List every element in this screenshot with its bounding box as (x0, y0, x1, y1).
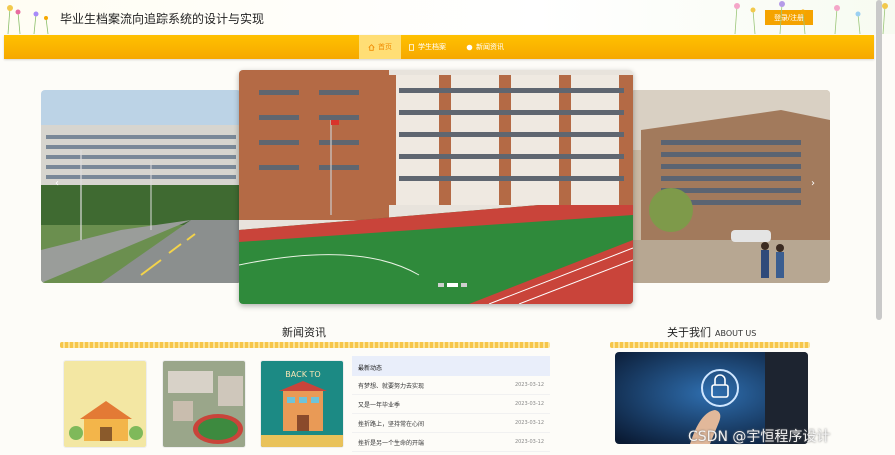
about-subtitle-text: ABOUT US (715, 329, 757, 338)
circle-icon (466, 44, 473, 50)
about-section-divider (610, 342, 810, 348)
carousel-dot[interactable] (438, 283, 444, 287)
carousel-slide-prev[interactable]: ‹ (41, 90, 241, 283)
svg-text:BACK TO: BACK TO (285, 370, 320, 379)
page: 毕业生档案流向追踪系统的设计与实现 登录/注册 首页 学生档案 新闻资讯 ‹ ›… (0, 0, 895, 455)
campus-sports-field-image (239, 70, 633, 304)
news-list-item[interactable]: 有梦想、就要努力去实现 2023-03-12 (352, 376, 550, 395)
news-list-item[interactable]: 挫折路上，坚持常在心间 2023-03-12 (352, 414, 550, 433)
nav-item-home[interactable]: 首页 (359, 35, 401, 59)
news-card[interactable] (162, 360, 246, 448)
carousel-slide-active[interactable] (239, 70, 633, 304)
csdn-watermark: CSDN @宇恒程序设计 (688, 429, 831, 445)
nav-item-news[interactable]: 新闻资讯 (466, 35, 504, 59)
news-list-item[interactable]: 挫折是另一个生命的开端 2023-03-12 (352, 433, 550, 452)
page-scrollbar[interactable] (876, 0, 882, 320)
banner-carousel[interactable]: ‹ › (0, 64, 880, 309)
news-item-title: 又是一年毕业季 (358, 401, 401, 409)
campus-building-image (631, 90, 830, 283)
carousel-indicators (438, 283, 467, 287)
site-title: 毕业生档案流向追踪系统的设计与实现 (60, 12, 265, 26)
news-list-item[interactable]: 又是一年毕业季 2023-03-12 (352, 395, 550, 414)
news-section-divider (60, 342, 550, 348)
file-icon (409, 43, 414, 51)
flowers-decoration-right (734, 1, 888, 34)
main-navbar: 首页 学生档案 新闻资讯 (4, 35, 874, 59)
nav-item-label: 首页 (378, 43, 392, 51)
campus-road-image (41, 90, 241, 283)
nav-item-label: 新闻资讯 (476, 43, 504, 51)
carousel-next-arrow[interactable]: › (811, 178, 815, 189)
news-item-title: 挫折路上，坚持常在心间 (358, 420, 425, 428)
header: 毕业生档案流向追踪系统的设计与实现 登录/注册 (0, 0, 895, 34)
news-item-date: 2023-03-12 (514, 382, 544, 388)
news-card[interactable]: BACK TO (260, 360, 344, 448)
school-illustration-image (64, 361, 146, 447)
news-card[interactable] (63, 360, 147, 448)
nav-item-student-archive[interactable]: 学生档案 (408, 35, 446, 59)
carousel-prev-arrow[interactable]: ‹ (55, 178, 59, 189)
nav-item-label: 学生档案 (418, 43, 446, 51)
news-item-date: 2023-03-12 (514, 401, 544, 407)
home-icon (368, 43, 375, 51)
news-item-date: 2023-03-12 (514, 439, 544, 445)
news-section-title: 新闻资讯 (282, 326, 326, 339)
latest-news-panel: 最新动态 有梦想、就要努力去实现 2023-03-12 又是一年毕业季 2023… (352, 356, 550, 452)
campus-aerial-image (163, 361, 245, 447)
carousel-slide-next[interactable]: › (631, 90, 830, 283)
news-item-date: 2023-03-12 (514, 420, 544, 426)
news-item-title: 有梦想、就要努力去实现 (358, 382, 425, 390)
carousel-dot-active[interactable] (447, 283, 458, 287)
news-item-title: 挫折是另一个生命的开端 (358, 439, 425, 447)
back-to-school-image: BACK TO (261, 361, 343, 447)
about-title-text: 关于我们 (667, 326, 711, 339)
about-section-title: 关于我们 ABOUT US (667, 324, 756, 340)
carousel-dot[interactable] (461, 283, 467, 287)
latest-news-header: 最新动态 (352, 356, 550, 376)
